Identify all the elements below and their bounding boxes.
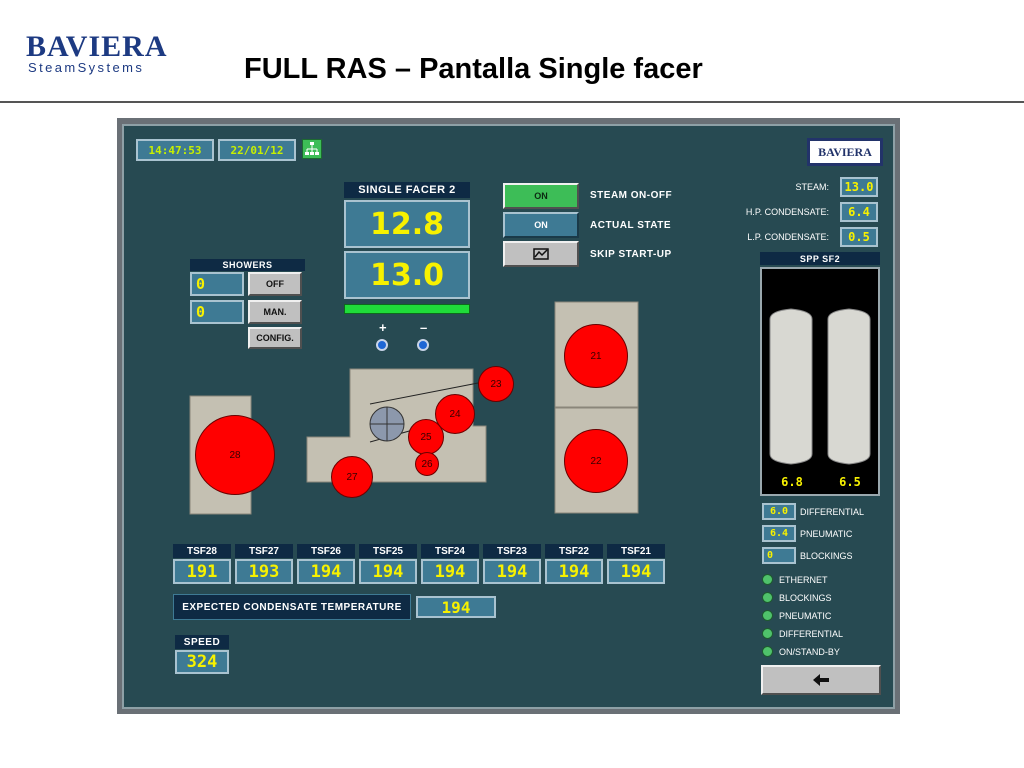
roll-27[interactable]: 27 (331, 456, 373, 498)
tsf-temperature-row: TSF28 191 TSF27 193 TSF26 194 TSF25 194 TSF24 194… (173, 544, 665, 586)
tsf-header-0: TSF28 (173, 544, 231, 558)
baviera-logo-subtitle: SteamSystems (28, 60, 145, 75)
tsf-value-5: 194 (483, 559, 541, 584)
tsf-value-2: 194 (297, 559, 355, 584)
hmi-screen: 14:47:53 22/01/12 BAVIERA SINGLE FACER 2… (122, 124, 895, 709)
speed-label: SPEED (175, 635, 229, 649)
tsf-value-1: 193 (235, 559, 293, 584)
roll-21[interactable]: 21 (564, 324, 628, 388)
tsf-value-0: 191 (173, 559, 231, 584)
tsf-value-4: 194 (421, 559, 479, 584)
slide-title: FULL RAS – Pantalla Single facer (244, 53, 703, 85)
roll-23[interactable]: 23 (478, 366, 514, 402)
tsf-header-4: TSF24 (421, 544, 479, 558)
tsf-value-7: 194 (607, 559, 665, 584)
roll-25[interactable]: 25 (408, 419, 444, 455)
tsf-header-7: TSF21 (607, 544, 665, 558)
baviera-logo: BAVIERA (26, 30, 168, 63)
tsf-value-6: 194 (545, 559, 603, 584)
roll-26[interactable]: 26 (415, 452, 439, 476)
tsf-header-6: TSF22 (545, 544, 603, 558)
expected-condensate-value: 194 (416, 596, 496, 618)
speed-value: 324 (175, 650, 229, 674)
roll-28[interactable]: 28 (195, 415, 275, 495)
tsf-header-2: TSF26 (297, 544, 355, 558)
tsf-header-5: TSF23 (483, 544, 541, 558)
tsf-value-3: 194 (359, 559, 417, 584)
tsf-header-3: TSF25 (359, 544, 417, 558)
tsf-header-1: TSF27 (235, 544, 293, 558)
expected-condensate-label: EXPECTED CONDENSATE TEMPERATURE (173, 594, 411, 620)
roll-22[interactable]: 22 (564, 429, 628, 493)
header-divider (0, 101, 1024, 103)
